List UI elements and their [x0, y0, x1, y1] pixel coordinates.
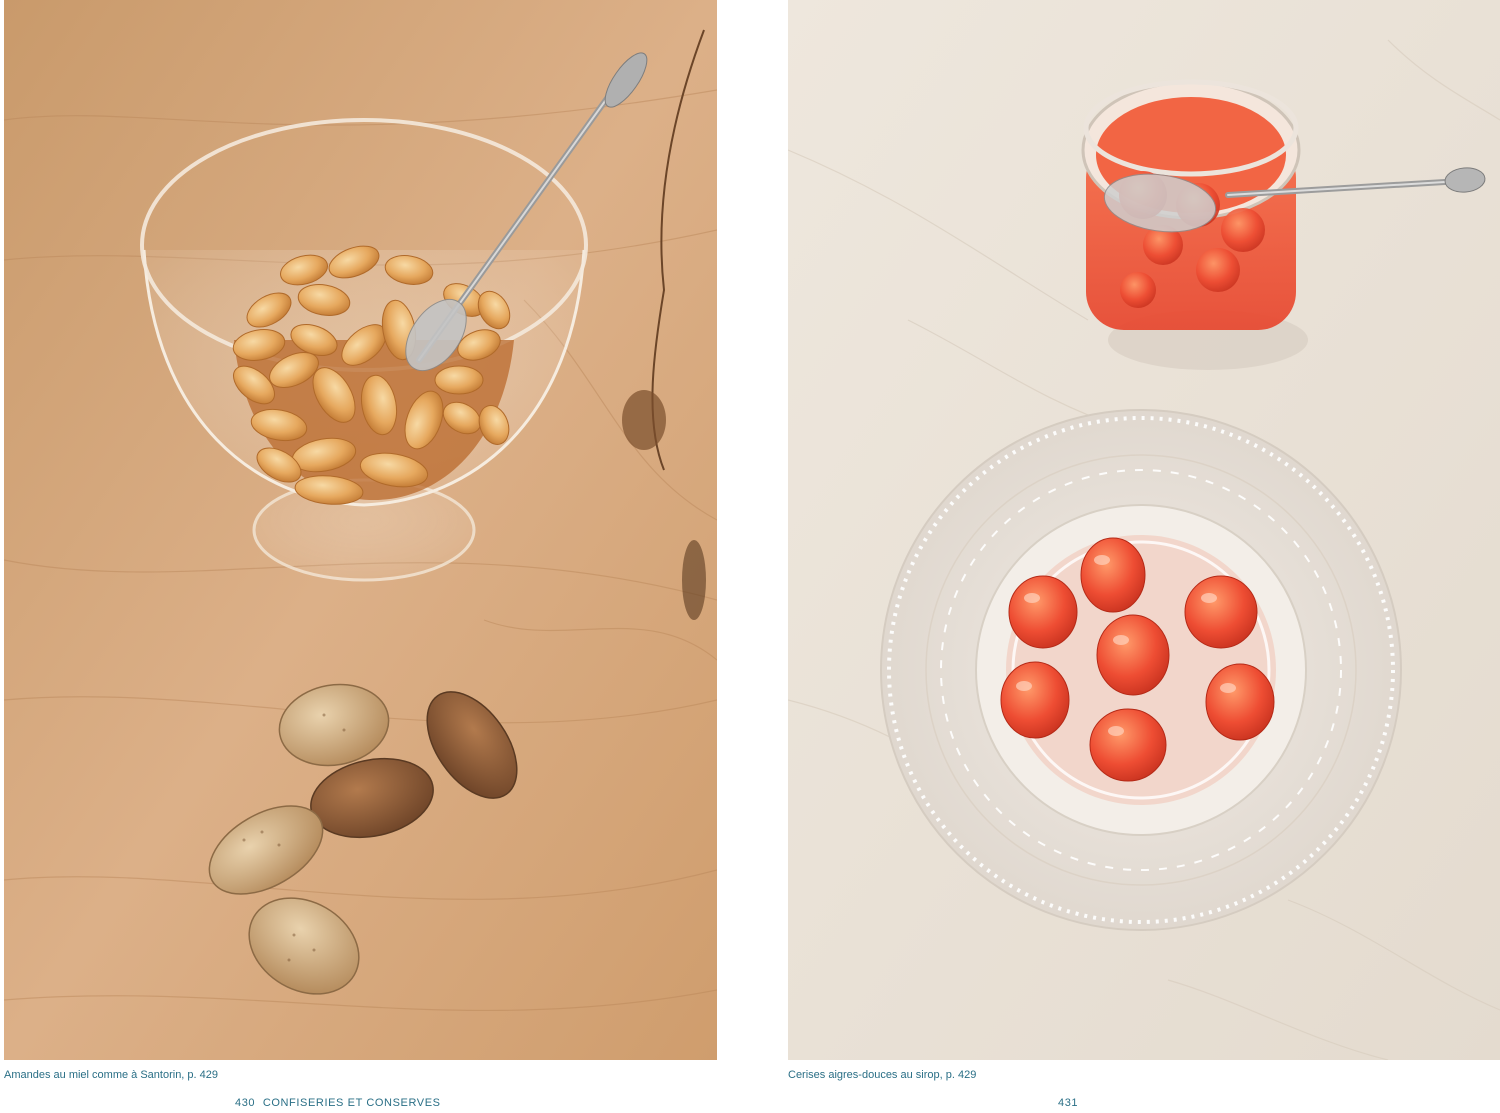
cherries-illustration [788, 0, 1500, 1060]
left-photo-caption: Amandes au miel comme à Santorin, p. 429 [4, 1069, 219, 1081]
left-folio: 430 CONFISERIES ET CONSERVES [235, 1097, 441, 1109]
right-photo-caption: Cerises aigres-douces au sirop, p. 429 [788, 1069, 977, 1081]
right-page-number: 431 [1058, 1097, 1079, 1109]
cherries-photo [788, 0, 1500, 1060]
running-head: CONFISERIES ET CONSERVES [262, 1097, 441, 1109]
left-page: Amandes au miel comme à Santorin, p. 429… [0, 0, 740, 1113]
left-page-number: 430 [235, 1097, 256, 1109]
almonds-photo [4, 0, 717, 1060]
right-folio: 431 [1058, 1097, 1078, 1109]
right-page: Cerises aigres-douces au sirop, p. 429 4… [760, 0, 1500, 1113]
almonds-illustration [4, 0, 717, 1060]
